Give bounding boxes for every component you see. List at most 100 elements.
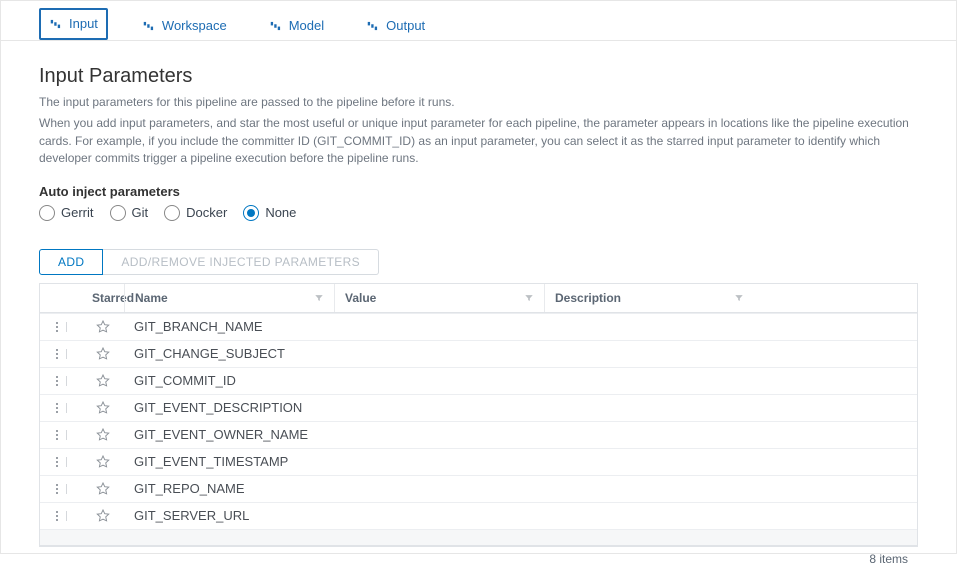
row-description[interactable] xyxy=(544,322,754,332)
col-value[interactable]: Value xyxy=(334,284,544,312)
radio-none[interactable]: None xyxy=(243,205,296,221)
row-star[interactable] xyxy=(82,341,124,367)
add-button[interactable]: ADD xyxy=(39,249,103,275)
row-actions[interactable] xyxy=(40,506,82,526)
row-actions[interactable] xyxy=(40,479,82,499)
tab-icon xyxy=(142,19,156,33)
table-row: GIT_EVENT_DESCRIPTION xyxy=(40,394,917,421)
tab-output[interactable]: Output xyxy=(358,12,433,40)
row-description[interactable] xyxy=(544,484,754,494)
row-star[interactable] xyxy=(82,503,124,529)
row-name: GIT_COMMIT_ID xyxy=(124,368,334,393)
row-actions[interactable] xyxy=(40,398,82,418)
table-row: GIT_CHANGE_SUBJECT xyxy=(40,340,917,367)
star-icon xyxy=(95,319,111,335)
radio-icon xyxy=(110,205,126,221)
table-row: GIT_EVENT_OWNER_NAME xyxy=(40,421,917,448)
tab-icon xyxy=(49,17,63,31)
table-row: GIT_COMMIT_ID xyxy=(40,367,917,394)
row-value[interactable] xyxy=(334,457,544,467)
row-description[interactable] xyxy=(544,430,754,440)
tab-input[interactable]: Input xyxy=(39,8,108,40)
more-icon xyxy=(56,484,67,494)
tab-icon xyxy=(269,19,283,33)
page-title: Input Parameters xyxy=(39,65,918,88)
radio-label: None xyxy=(265,205,296,220)
row-actions[interactable] xyxy=(40,452,82,472)
subtitle-line-1: The input parameters for this pipeline a… xyxy=(39,94,918,111)
row-description[interactable] xyxy=(544,376,754,386)
row-description[interactable] xyxy=(544,403,754,413)
row-value[interactable] xyxy=(334,403,544,413)
row-description[interactable] xyxy=(544,349,754,359)
tab-label: Input xyxy=(69,16,98,31)
radio-icon xyxy=(164,205,180,221)
auto-inject-label: Auto inject parameters xyxy=(39,184,918,199)
row-star[interactable] xyxy=(82,314,124,340)
col-description[interactable]: Description xyxy=(544,284,754,312)
row-name: GIT_EVENT_DESCRIPTION xyxy=(124,395,334,420)
row-value[interactable] xyxy=(334,376,544,386)
row-name: GIT_CHANGE_SUBJECT xyxy=(124,341,334,366)
row-value[interactable] xyxy=(334,349,544,359)
star-icon xyxy=(95,373,111,389)
more-icon xyxy=(56,457,67,467)
col-starred[interactable]: Starred xyxy=(82,284,124,312)
filter-icon[interactable] xyxy=(314,293,324,303)
radio-gerrit[interactable]: Gerrit xyxy=(39,205,94,221)
tab-model[interactable]: Model xyxy=(261,12,332,40)
row-actions[interactable] xyxy=(40,425,82,445)
tab-label: Model xyxy=(289,18,324,33)
radio-label: Gerrit xyxy=(61,205,94,220)
auto-inject-radio-group: Gerrit Git Docker None xyxy=(39,205,918,221)
filter-icon[interactable] xyxy=(734,293,744,303)
row-star[interactable] xyxy=(82,422,124,448)
more-icon xyxy=(56,511,67,521)
row-actions[interactable] xyxy=(40,371,82,391)
more-icon xyxy=(56,376,67,386)
row-name: GIT_BRANCH_NAME xyxy=(124,314,334,339)
row-star[interactable] xyxy=(82,395,124,421)
filter-icon[interactable] xyxy=(524,293,534,303)
tab-workspace[interactable]: Workspace xyxy=(134,12,235,40)
star-icon xyxy=(95,481,111,497)
subtitle-line-2: When you add input parameters, and star … xyxy=(39,115,918,167)
star-icon xyxy=(95,427,111,443)
radio-icon xyxy=(39,205,55,221)
star-icon xyxy=(95,508,111,524)
row-description[interactable] xyxy=(544,511,754,521)
row-name: GIT_EVENT_OWNER_NAME xyxy=(124,422,334,447)
table-row: GIT_BRANCH_NAME xyxy=(40,313,917,340)
table-row: GIT_SERVER_URL xyxy=(40,502,917,529)
row-name: GIT_REPO_NAME xyxy=(124,476,334,501)
main-content: Input Parameters The input parameters fo… xyxy=(1,41,956,579)
table-row: GIT_EVENT_TIMESTAMP xyxy=(40,448,917,475)
table-body: GIT_BRANCH_NAMEGIT_CHANGE_SUBJECTGIT_COM… xyxy=(40,313,917,529)
parameters-table: Starred Name Value Description GIT_BRANC… xyxy=(39,283,918,546)
more-icon xyxy=(56,322,67,332)
row-star[interactable] xyxy=(82,368,124,394)
row-star[interactable] xyxy=(82,449,124,475)
row-star[interactable] xyxy=(82,476,124,502)
col-actions xyxy=(40,291,82,305)
more-icon xyxy=(56,349,67,359)
row-value[interactable] xyxy=(334,484,544,494)
row-actions[interactable] xyxy=(40,344,82,364)
table-footer-blank xyxy=(40,529,917,545)
radio-docker[interactable]: Docker xyxy=(164,205,227,221)
radio-git[interactable]: Git xyxy=(110,205,149,221)
star-icon xyxy=(95,346,111,362)
table-header: Starred Name Value Description xyxy=(40,284,917,313)
tabs-bar: Input Workspace Model Output xyxy=(1,1,956,41)
radio-label: Docker xyxy=(186,205,227,220)
tab-label: Workspace xyxy=(162,18,227,33)
star-icon xyxy=(95,454,111,470)
table-footer: 8 items xyxy=(39,546,918,571)
row-actions[interactable] xyxy=(40,317,82,337)
row-description[interactable] xyxy=(544,457,754,467)
row-value[interactable] xyxy=(334,430,544,440)
col-name[interactable]: Name xyxy=(124,284,334,312)
row-value[interactable] xyxy=(334,322,544,332)
row-value[interactable] xyxy=(334,511,544,521)
tab-label: Output xyxy=(386,18,425,33)
